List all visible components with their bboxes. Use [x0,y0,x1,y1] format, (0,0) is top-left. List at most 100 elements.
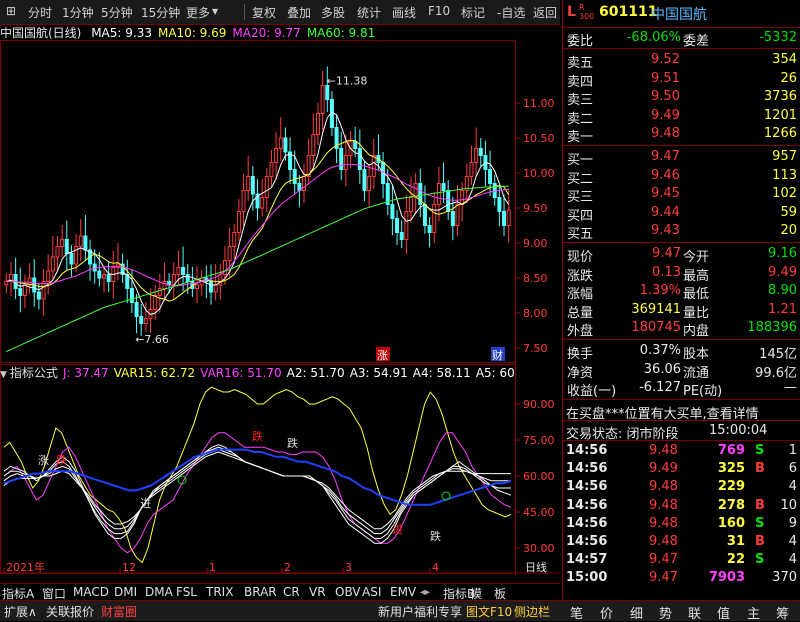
stat-row-2: 涨幅 1.39% 最低 8.90 [563,282,800,302]
panel-tab-6[interactable]: 主 [747,603,760,622]
toolbar-item-3[interactable]: 15分钟 [141,4,180,21]
high-price-annotation: ←11.38 [327,74,368,87]
candle-body [92,263,97,272]
stat2-value-b-2: — [784,380,797,395]
tick-time-6: 14:57 [566,552,608,568]
candle-body [422,204,427,226]
stat-label-b-4: 内盘 [683,324,710,339]
candle-body [50,256,55,272]
toolbar-item-11[interactable]: 标记 [461,4,485,21]
notice-row: 在买盘***位置有大买单,查看详情 [563,402,800,422]
ask-price-3: 9.49 [651,107,680,123]
candle-body [315,113,320,135]
toolbar-item-0[interactable]: 分时 [28,4,52,21]
stat-value-b-0: 9.16 [768,246,797,261]
candle-body [162,281,167,289]
stat2-label-b-2: PE(动) [683,384,723,399]
y-tick-label-0: 7.50 [523,342,548,355]
y-tick-label-4: 9.50 [523,202,548,215]
ind-y-tick-label-2: 60.00 [523,470,555,483]
toolbar-item-12[interactable]: -自选 [497,4,525,21]
chart-area[interactable]: 7.50 8.00 8.50 9.00 9.50 10.00 10.50 11.00 ←11.3… [0,40,560,575]
tab-2[interactable]: MACD [73,585,109,599]
ind-line-a5 [3,451,511,530]
indicator-label-0[interactable]: 指标公式 [10,366,58,380]
x-tick-label-1: 12 [122,561,136,574]
toolbar-item-2[interactable]: 5分钟 [101,4,133,21]
weicha-label: 委差 [683,34,710,49]
tab-4[interactable]: DMA [145,585,173,599]
candle-body [129,288,134,303]
panel-tab-5[interactable]: 值 [717,603,730,622]
panel-tab-7[interactable]: 筹 [776,603,789,622]
indicator-label-1: J: 37.47 [62,366,109,380]
panel-tab-4[interactable]: 联 [688,603,701,622]
candle-body [506,209,511,227]
toolbar-item-1[interactable]: 1分钟 [62,4,94,21]
toolbar-item-4[interactable]: 更多 [186,4,210,21]
toolbar-item-10[interactable]: F10 [428,4,450,18]
tab-11[interactable]: ASI [362,585,381,599]
tick-vol-7: 7903 [708,570,745,586]
candle-body [41,281,46,300]
tick-count-2: 4 [788,479,797,495]
stat2-value-b-0: 145亿 [759,347,797,362]
tool-f10[interactable]: 图文F10 [466,603,512,620]
toolbar-item-8[interactable]: 统计 [357,4,381,21]
candle-body [176,267,181,275]
code-subscript: R 300 [579,3,595,21]
ma-label-3: MA60: 9.81 [306,26,376,40]
toolbar-item-7[interactable]: 多股 [321,4,345,21]
tool-sidebar[interactable]: 侧边栏 [514,603,550,620]
candle-body [106,274,111,282]
tick-time-1: 14:56 [566,461,608,477]
panel-tab-3[interactable]: 势 [659,603,672,622]
bottom-left-0[interactable]: 扩展∧ [4,603,37,620]
ask-price-1: 9.51 [651,70,680,86]
bottom-bar: 扩展∧ 关联报价 财富圈 新用户福利专享 图文F10 侧边栏 笔价细势联值主筹 [0,600,800,622]
grid-icon[interactable]: ⊞ [6,4,16,18]
chevron-down-icon: ▼ [212,7,219,16]
candle-body [232,232,237,247]
ma-label-1: MA10: 9.69 [157,26,227,40]
tab-scroll-icon[interactable]: ◂▸ [420,587,430,598]
toolbar-item-6[interactable]: 叠加 [287,4,311,21]
candle-body [260,197,265,209]
tab-8[interactable]: CR [283,585,300,599]
toolbar-item-5[interactable]: 复权 [252,4,276,21]
tab-7[interactable]: BRAR [244,585,277,599]
stat-label-b-3: 量比 [683,305,710,321]
zhang-marker: 涨 [377,349,388,362]
divider [563,339,800,340]
candle-body [157,288,162,296]
ask-vol-4: 1266 [763,126,797,141]
panel-tab-0[interactable]: 笔 [570,603,583,622]
candle-body [102,274,107,279]
toolbar-item-9[interactable]: 画线 [392,4,416,21]
toolbar-item-13[interactable]: 返回 [533,4,557,21]
stat2-row-2: 收益(一) -6.127 PE(动) — [563,379,800,399]
candle-body [4,281,9,286]
tab-9[interactable]: VR [309,585,326,599]
bid-vol-0: 957 [772,149,797,164]
indicator-chart: 30.0045.0060.0075.0090.00涨 跌进跌跌进跌 [0,364,555,574]
bid-label-4: 买五 [567,227,594,242]
candle-body [55,246,60,258]
panel-tab-1[interactable]: 价 [600,603,613,622]
tab-10[interactable]: OBV [335,585,361,599]
tab-5[interactable]: FSL [176,585,197,599]
kline-chart: 7.50 8.00 8.50 9.00 9.50 10.00 10.50 11.00 ←11.3… [0,40,555,575]
bid-price-0: 9.47 [651,149,680,164]
bottom-left-2[interactable]: 财富圈 [101,603,137,620]
bottom-left-1[interactable]: 关联报价 [46,603,94,620]
chevron-down-icon[interactable]: ▼ [0,370,7,380]
tab-3[interactable]: DMI [114,585,137,599]
tab-12[interactable]: EMV [390,585,416,599]
stat-label-a-2: 涨幅 [567,287,594,302]
panel-tab-2[interactable]: 细 [630,603,643,622]
divider [563,48,800,49]
tick-count-7: 370 [772,570,797,586]
ask-vol-1: 26 [780,70,797,86]
promo-link[interactable]: 新用户福利专享 [378,603,462,620]
tab-6[interactable]: TRIX [206,585,233,599]
